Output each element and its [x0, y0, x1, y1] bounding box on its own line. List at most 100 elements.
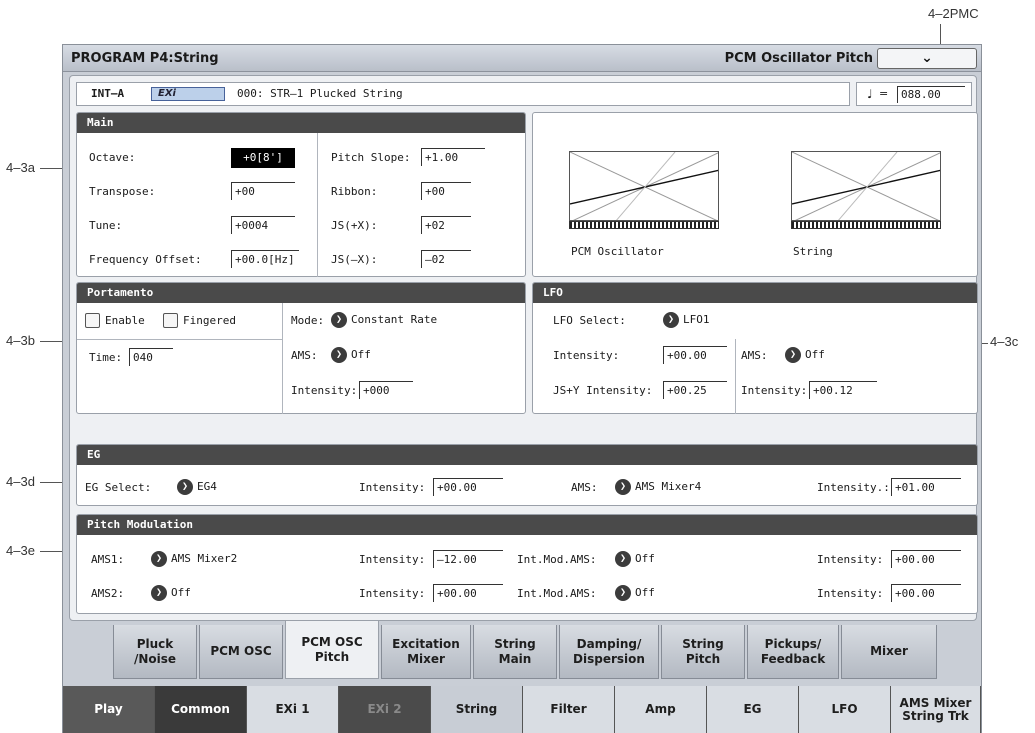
quarter-note-icon: ♩: [867, 87, 873, 101]
tab-string-main[interactable]: String Main: [473, 625, 557, 679]
popup-arrow-icon: ❯: [615, 585, 631, 601]
int-mod2-intensity-label: Intensity:: [817, 587, 884, 600]
tab-pcm-osc-pitch[interactable]: PCM OSC Pitch: [285, 621, 379, 679]
eg-ams-intensity-label: Intensity.:: [817, 481, 890, 494]
ams2-intensity-label: Intensity:: [359, 587, 426, 600]
int-mod-ams2-label: Int.Mod.AMS:: [517, 587, 597, 600]
int-mod2-intensity-field[interactable]: +00.00: [891, 584, 961, 602]
int-mod-ams2-popup[interactable]: ❯ Off: [615, 585, 655, 601]
tab-pcm-osc[interactable]: PCM OSC: [199, 625, 283, 679]
program-select-bar[interactable]: INT–A EXi 000: STR–1 Plucked String: [76, 82, 850, 106]
tune-field[interactable]: +0004: [231, 216, 295, 234]
lfo-select-value: LFO1: [683, 313, 710, 326]
portamento-header: Portamento: [77, 283, 525, 303]
popup-arrow-icon: ❯: [177, 479, 193, 495]
tab-string[interactable]: String: [431, 686, 523, 733]
main-panel: INT–A EXi 000: STR–1 Plucked String ♩ = …: [69, 75, 978, 621]
tab-damping-dispersion[interactable]: Damping/ Dispersion: [559, 625, 659, 679]
page-menu-button[interactable]: ⌄: [877, 48, 977, 69]
popup-arrow-icon: ❯: [785, 347, 801, 363]
pcm-oscillator-graph: [569, 151, 719, 221]
tab-exi1[interactable]: EXi 1: [247, 686, 339, 733]
fingered-checkbox[interactable]: Fingered: [163, 313, 236, 328]
ams1-popup[interactable]: ❯ AMS Mixer2: [151, 551, 237, 567]
lfo-intensity-label: Intensity:: [553, 349, 620, 362]
int-mod-ams1-popup[interactable]: ❯ Off: [615, 551, 655, 567]
pitch-modulation-section: Pitch Modulation AMS1: ❯ AMS Mixer2 Inten…: [76, 514, 978, 614]
eg-select-label: EG Select:: [85, 481, 152, 494]
mode-value: Constant Rate: [351, 313, 438, 326]
tune-label: Tune:: [89, 219, 123, 232]
int-mod1-intensity-label: Intensity:: [817, 553, 884, 566]
transpose-field[interactable]: +00: [231, 182, 295, 200]
fingered-checkbox-box: [163, 313, 178, 328]
octave-field[interactable]: +0[8']: [231, 148, 295, 168]
eg-intensity-field[interactable]: +00.00: [433, 478, 503, 496]
eg-intensity-label: Intensity:: [359, 481, 426, 494]
portamento-hdivider: [77, 339, 282, 340]
int-mod-ams1-label: Int.Mod.AMS:: [517, 553, 597, 566]
enable-checkbox[interactable]: Enable: [85, 313, 145, 328]
tab-filter[interactable]: Filter: [523, 686, 615, 733]
frequency-offset-label: Frequency Offset:: [89, 253, 202, 266]
chevron-down-icon: ⌄: [921, 50, 933, 66]
frequency-offset-field[interactable]: +00.0[Hz]: [231, 250, 299, 268]
tab-mixer[interactable]: Mixer: [841, 625, 937, 679]
popup-arrow-icon: ❯: [331, 347, 347, 363]
eg-select-value: EG4: [197, 480, 217, 493]
tempo-box: ♩ = 088.00: [856, 82, 972, 106]
mode-label: Mode:: [291, 314, 325, 327]
callout-b: 4–3b: [6, 333, 35, 348]
ams2-intensity-field[interactable]: +00.00: [433, 584, 503, 602]
eg-select-popup[interactable]: ❯ EG4: [177, 479, 217, 495]
tab-pluck-noise[interactable]: Pluck /Noise: [113, 625, 197, 679]
mode-popup[interactable]: ❯ Constant Rate: [331, 312, 437, 328]
portamento-ams-value: Off: [351, 348, 371, 361]
tab-amp[interactable]: Amp: [615, 686, 707, 733]
tab-eg[interactable]: EG: [707, 686, 799, 733]
tab-lfo[interactable]: LFO: [799, 686, 891, 733]
tab-pickups-feedback[interactable]: Pickups/ Feedback: [747, 625, 839, 679]
lfo-intensity-field[interactable]: +00.00: [663, 346, 727, 364]
enable-label: Enable: [105, 314, 145, 327]
portamento-ams-popup[interactable]: ❯ Off: [331, 347, 371, 363]
portamento-section: Portamento Enable Fingered Time: 040 Mod…: [76, 282, 526, 414]
ams2-popup[interactable]: ❯ Off: [151, 585, 191, 601]
lfo-ams-intensity-field[interactable]: +00.12: [809, 381, 877, 399]
ribbon-field[interactable]: +00: [421, 182, 471, 200]
tab-excitation-mixer[interactable]: Excitation Mixer: [381, 625, 471, 679]
lfo-divider: [735, 339, 736, 414]
ams1-label: AMS1:: [91, 553, 125, 566]
main-divider: [317, 133, 318, 277]
lfo-ams-value: Off: [805, 348, 825, 361]
tab-string-pitch[interactable]: String Pitch: [661, 625, 745, 679]
popup-arrow-icon: ❯: [663, 312, 679, 328]
tempo-equals: =: [879, 87, 889, 100]
eg-ams-popup[interactable]: ❯ AMS Mixer4: [615, 479, 701, 495]
lfo-ams-popup[interactable]: ❯ Off: [785, 347, 825, 363]
eg-ams-intensity-field[interactable]: +01.00: [891, 478, 961, 496]
tab-ams-mixer-string-trk[interactable]: AMS Mixer String Trk: [891, 686, 981, 733]
portamento-intensity-field[interactable]: +000: [359, 381, 413, 399]
js-y-intensity-field[interactable]: +00.25: [663, 381, 727, 399]
pitch-slope-field[interactable]: +1.00: [421, 148, 485, 166]
tab-exi2[interactable]: EXi 2: [339, 686, 431, 733]
popup-arrow-icon: ❯: [151, 551, 167, 567]
ams1-intensity-field[interactable]: –12.00: [433, 550, 503, 568]
pitch-graph-panel: PCM Oscillator String: [532, 112, 978, 277]
ams2-label: AMS2:: [91, 587, 125, 600]
tab-play[interactable]: Play: [63, 686, 155, 733]
js-plus-x-field[interactable]: +02: [421, 216, 471, 234]
tempo-field[interactable]: 088.00: [897, 86, 965, 103]
int-mod1-intensity-field[interactable]: +00.00: [891, 550, 961, 568]
js-minus-x-field[interactable]: –02: [421, 250, 471, 268]
portamento-ams-label: AMS:: [291, 349, 318, 362]
page-name: PCM Oscillator Pitch: [724, 51, 873, 66]
lfo-select-popup[interactable]: ❯ LFO1: [663, 312, 710, 328]
ribbon-label: Ribbon:: [331, 185, 378, 198]
bank-label: INT–A: [91, 87, 125, 100]
popup-arrow-icon: ❯: [615, 479, 631, 495]
time-field[interactable]: 040: [129, 348, 173, 366]
tab-common[interactable]: Common: [155, 686, 247, 733]
pcm-oscillator-label: PCM Oscillator: [571, 245, 664, 258]
